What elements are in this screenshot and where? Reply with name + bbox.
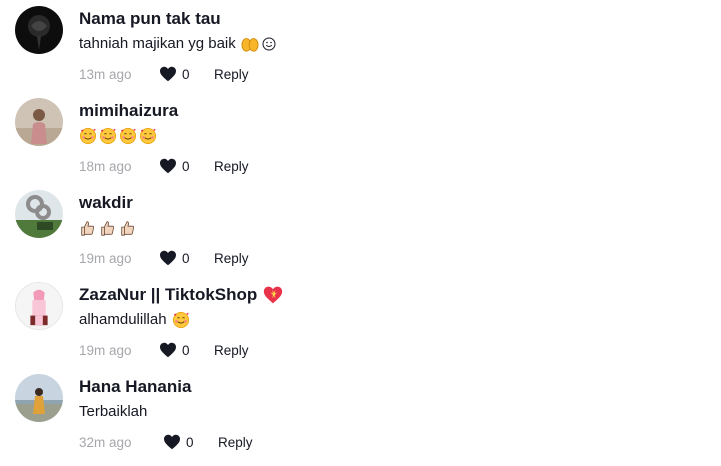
comment-text: Terbaiklah — [79, 400, 701, 424]
comment-username-text: ZazaNur || TiktokShop — [79, 285, 258, 304]
comment-item: ZazaNur || TiktokShop alhamdulillah 19m … — [0, 282, 721, 374]
avatar[interactable] — [15, 6, 63, 54]
reply-button[interactable]: Reply — [214, 67, 249, 82]
comment-time: 19m ago — [79, 250, 132, 266]
like-button[interactable]: 0 — [159, 250, 214, 266]
like-button[interactable]: 0 — [159, 342, 214, 358]
like-button[interactable]: 0 — [159, 66, 214, 82]
sparkling-heart-emoji — [264, 286, 283, 304]
comment-meta: 18m ago 0 Reply — [79, 156, 379, 176]
comment-username[interactable]: Nama pun tak tau — [79, 6, 221, 32]
comment-meta: 32m ago 0 Reply — [79, 432, 379, 452]
heart-icon — [160, 158, 176, 174]
smiling-face-with-hearts-emoji — [79, 127, 97, 145]
avatar[interactable] — [15, 374, 63, 422]
comment-time: 18m ago — [79, 158, 132, 174]
comment-username[interactable]: mimihaizura — [79, 98, 178, 124]
like-count: 0 — [186, 434, 194, 450]
like-button[interactable]: 0 — [159, 158, 214, 174]
heart-icon — [160, 250, 176, 266]
heart-icon — [160, 342, 176, 358]
comment-text-content: Terbaiklah — [79, 403, 148, 420]
smiling-face-with-hearts-emoji — [99, 127, 117, 145]
reply-button[interactable]: Reply — [218, 435, 253, 450]
like-count: 0 — [182, 66, 190, 82]
comment-item: Nama pun tak tau tahniah majikan yg baik… — [0, 6, 721, 98]
comment-time: 13m ago — [79, 66, 132, 82]
reply-button[interactable]: Reply — [214, 343, 249, 358]
comment-text-content: alhamdulillah — [79, 311, 167, 328]
comment-text-content: tahniah majikan yg baik — [79, 35, 236, 52]
like-count: 0 — [182, 250, 190, 266]
comment-time: 19m ago — [79, 342, 132, 358]
reply-button[interactable]: Reply — [214, 159, 249, 174]
comment-meta: 19m ago 0 Reply — [79, 248, 379, 268]
avatar[interactable] — [15, 190, 63, 238]
comment-item: Hana Hanania Terbaiklah 32m ago 0 Reply — [0, 374, 721, 466]
like-button[interactable]: 0 — [163, 434, 218, 450]
thumbs-up-emoji — [81, 221, 95, 236]
smiling-face-with-hearts-emoji — [139, 127, 157, 145]
comment-item: mimihaizura 18m ago 0 Reply — [0, 98, 721, 190]
comment-username[interactable]: ZazaNur || TiktokShop — [79, 282, 283, 308]
smile-emoji — [262, 37, 276, 51]
like-count: 0 — [182, 342, 190, 358]
heart-icon — [164, 434, 180, 450]
comment-username[interactable]: wakdir — [79, 190, 133, 216]
comment-meta: 13m ago 0 Reply — [79, 64, 379, 84]
comment-text: tahniah majikan yg baik — [79, 32, 701, 56]
comment-username[interactable]: Hana Hanania — [79, 374, 191, 400]
reply-button[interactable]: Reply — [214, 251, 249, 266]
comment-time: 32m ago — [79, 434, 132, 450]
thumbs-up-emoji — [101, 221, 115, 236]
comment-text — [79, 216, 701, 240]
avatar[interactable] — [15, 98, 63, 146]
comment-text — [79, 124, 701, 148]
comment-meta: 19m ago 0 Reply — [79, 340, 379, 360]
avatar[interactable] — [15, 282, 63, 330]
like-count: 0 — [182, 158, 190, 174]
comment-text: alhamdulillah — [79, 308, 701, 332]
heart-icon — [160, 66, 176, 82]
open-hands-emoji — [241, 38, 259, 52]
thumbs-up-emoji — [121, 221, 135, 236]
smiling-face-with-hearts-emoji — [172, 311, 189, 329]
smiling-face-with-hearts-emoji — [119, 127, 137, 145]
comment-item: wakdir 19m ago 0 Reply — [0, 190, 721, 282]
